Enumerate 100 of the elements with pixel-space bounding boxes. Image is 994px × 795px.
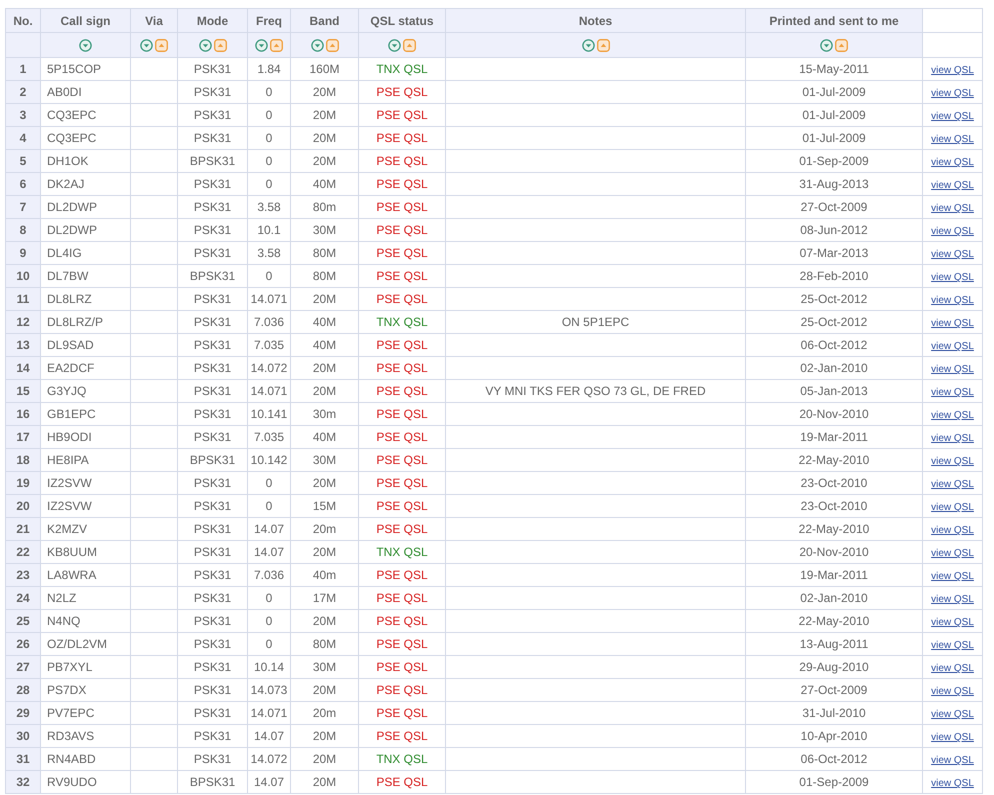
sort-ascending-icon[interactable] (835, 38, 848, 52)
frequency: 0 (266, 131, 272, 145)
mode: PSK31 (194, 476, 232, 490)
note: VY MNI TKS FER QSO 73 GL, DE FRED (485, 384, 706, 398)
date: 31-Aug-2013 (799, 177, 869, 191)
qsl-status: PSE QSL (376, 453, 428, 467)
band-label: 80M (312, 269, 336, 283)
date: 01-Jul-2009 (802, 131, 866, 145)
date: 06-Oct-2012 (800, 338, 868, 352)
band-label: 20M (312, 683, 336, 697)
row-number: 21 (16, 522, 30, 536)
band-label: 20M (312, 361, 336, 375)
sort-descending-icon[interactable] (198, 38, 212, 52)
call-sign: PV7EPC (47, 706, 94, 720)
band-label: 30M (312, 223, 336, 237)
mode: PSK31 (194, 499, 232, 513)
date: 22-May-2010 (798, 453, 870, 467)
frequency: 0 (266, 108, 272, 122)
date: 25-Oct-2012 (800, 315, 868, 329)
row-number: 1 (20, 62, 26, 76)
sort-descending-icon[interactable] (820, 38, 833, 52)
sort-ascending-icon[interactable] (403, 38, 416, 52)
row-number: 6 (20, 177, 26, 191)
band-label: 40M (312, 315, 336, 329)
row-number: 2 (20, 85, 26, 99)
band-label: 80m (312, 200, 336, 214)
mode: BPSK31 (190, 269, 236, 283)
mode: PSK31 (194, 292, 232, 306)
column-header: Band (310, 14, 340, 28)
frequency: 14.07 (254, 729, 284, 743)
frequency: 14.07 (254, 775, 284, 789)
band-label: 20M (312, 614, 336, 628)
date: 20-Nov-2010 (799, 407, 869, 421)
date: 29-Aug-2010 (799, 660, 869, 674)
qsl-status: PSE QSL (376, 522, 428, 536)
date: 27-Oct-2009 (800, 683, 868, 697)
sort-ascending-icon[interactable] (270, 38, 283, 52)
row-number: 19 (16, 476, 30, 490)
band-label: 20M (312, 545, 336, 559)
sort-ascending-icon[interactable] (326, 38, 338, 52)
call-sign: RN4ABD (47, 752, 96, 766)
call-sign: N4NQ (47, 614, 80, 628)
band-label: 40M (312, 338, 336, 352)
mode: PSK31 (194, 131, 232, 145)
qsl-status: PSE QSL (376, 729, 428, 743)
qsl-status: PSE QSL (376, 683, 428, 697)
frequency: 7.036 (254, 568, 284, 582)
sort-descending-icon[interactable] (582, 38, 594, 52)
qsl-status: PSE QSL (376, 338, 428, 352)
row-number: 4 (20, 131, 26, 145)
note: ON 5P1EPC (562, 315, 630, 329)
call-sign: DL7BW (47, 269, 88, 283)
mode: PSK31 (194, 430, 232, 444)
row-number: 15 (16, 384, 30, 398)
mode: PSK31 (194, 568, 232, 582)
call-sign: DK2AJ (47, 177, 84, 191)
mode: PSK31 (194, 545, 232, 559)
sort-descending-icon[interactable] (310, 38, 324, 52)
mode: PSK31 (194, 614, 232, 628)
qsl-status: PSE QSL (376, 706, 428, 720)
call-sign: CQ3EPC (47, 108, 96, 122)
sort-descending-icon[interactable] (255, 38, 268, 52)
call-sign: PB7XYL (47, 660, 92, 674)
band-label: 17M (312, 591, 336, 605)
sort-descending-icon[interactable] (79, 38, 92, 52)
frequency: 0 (266, 637, 272, 651)
mode: PSK31 (194, 246, 232, 260)
qsl-status: TNX QSL (376, 752, 428, 766)
frequency: 0 (266, 499, 272, 513)
call-sign: DL8LRZ (47, 292, 92, 306)
qsl-status: TNX QSL (376, 62, 428, 76)
sort-ascending-icon[interactable] (596, 38, 610, 52)
sort-ascending-icon[interactable] (155, 38, 168, 52)
call-sign: PS7DX (47, 683, 86, 697)
mode: PSK31 (194, 752, 232, 766)
frequency: 14.07 (254, 522, 284, 536)
mode: BPSK31 (190, 775, 236, 789)
band-label: 20m (312, 706, 336, 720)
mode: PSK31 (194, 361, 232, 375)
row-number: 23 (16, 568, 30, 582)
qsl-status: PSE QSL (376, 568, 428, 582)
mode: PSK31 (194, 706, 232, 720)
mode: PSK31 (194, 683, 232, 697)
row-number: 31 (16, 752, 30, 766)
frequency: 14.072 (250, 752, 288, 766)
mode: PSK31 (194, 85, 232, 99)
date: 10-Apr-2010 (800, 729, 868, 743)
row-number: 24 (16, 591, 30, 605)
qsl-status: PSE QSL (376, 200, 428, 214)
sort-descending-icon[interactable] (388, 38, 401, 52)
row-number: 30 (16, 729, 30, 743)
frequency: 7.035 (254, 338, 284, 352)
date: 06-Oct-2012 (800, 752, 868, 766)
sort-ascending-icon[interactable] (214, 38, 226, 52)
row-number: 25 (16, 614, 30, 628)
qsl-status: PSE QSL (376, 292, 428, 306)
qsl-status: PSE QSL (376, 775, 428, 789)
band-label: 30M (312, 660, 336, 674)
column-header: Notes (578, 14, 612, 28)
sort-descending-icon[interactable] (140, 38, 153, 52)
